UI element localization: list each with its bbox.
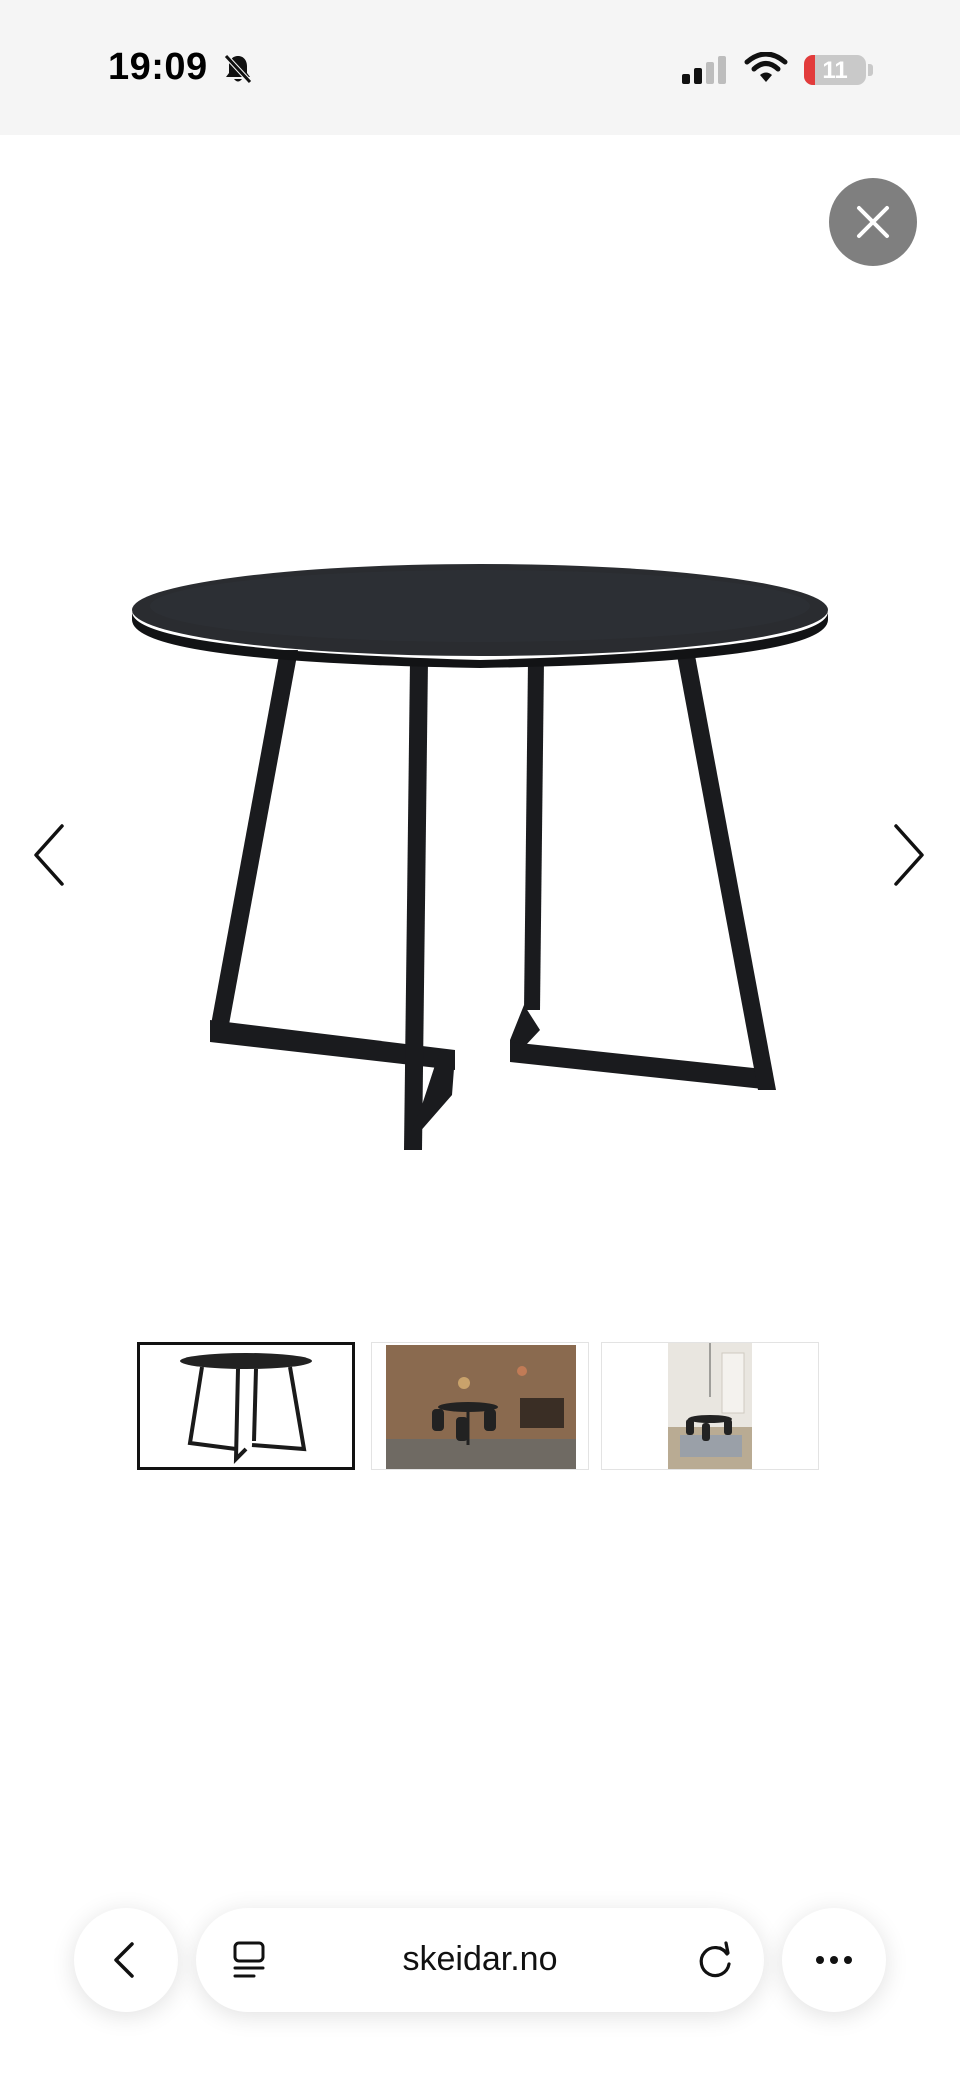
battery-level: 11	[822, 57, 848, 84]
cellular-signal-icon	[682, 56, 726, 84]
url-text: skeidar.no	[402, 1940, 558, 1978]
wifi-icon	[744, 52, 788, 82]
thumbnail-table-image	[140, 1345, 352, 1467]
thumbnail-2[interactable]	[371, 1342, 589, 1470]
close-button[interactable]	[829, 178, 917, 266]
thumbnail-3[interactable]	[601, 1342, 819, 1470]
product-image	[132, 564, 828, 1150]
more-icon	[816, 1956, 852, 1964]
chevron-right-icon[interactable]	[888, 820, 928, 890]
back-button[interactable]	[74, 1908, 178, 2012]
battery-icon: 11	[804, 55, 866, 85]
address-bar[interactable]: skeidar.no	[196, 1908, 764, 2012]
bell-slash-icon	[224, 54, 252, 84]
close-icon	[857, 206, 889, 238]
status-bar: 19:09 11	[0, 0, 960, 135]
more-button[interactable]	[782, 1908, 886, 2012]
reload-icon[interactable]	[696, 1938, 736, 1982]
thumbnail-1[interactable]	[137, 1342, 355, 1470]
thumbnail-room-dark-image	[372, 1343, 588, 1469]
battery-tip	[868, 64, 873, 76]
back-icon	[114, 1942, 134, 1978]
status-time: 19:09	[108, 46, 208, 88]
thumbnail-room-light-image	[602, 1343, 818, 1469]
chevron-left-icon[interactable]	[30, 820, 70, 890]
